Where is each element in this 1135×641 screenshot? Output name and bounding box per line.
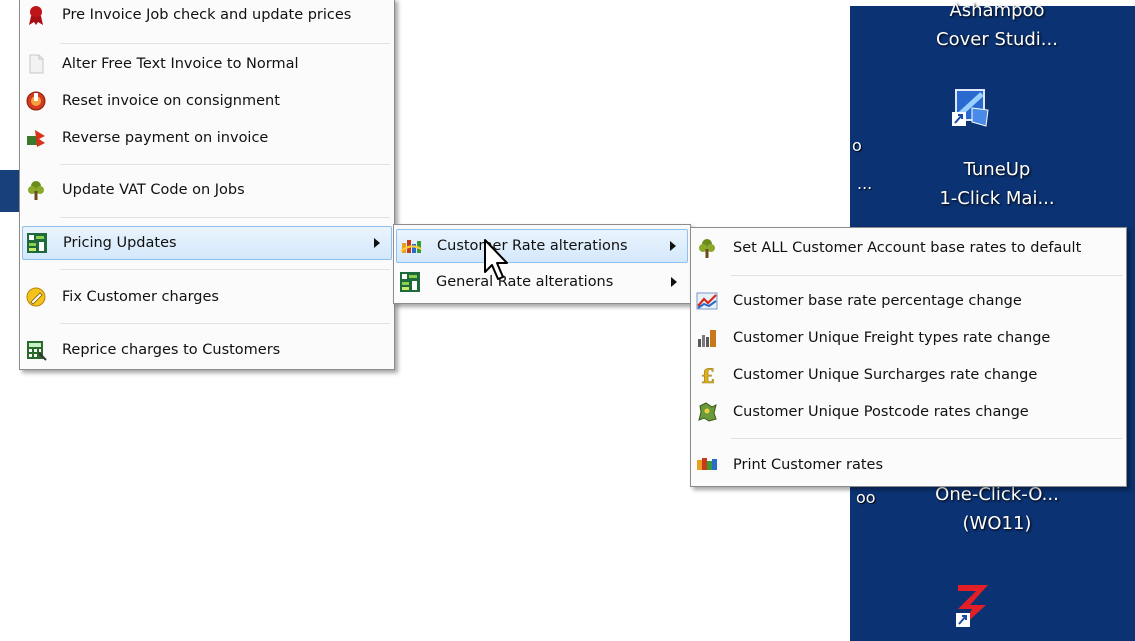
menu-separator [731, 438, 1122, 439]
tuneup-app-icon[interactable] [946, 82, 994, 130]
menu-item-label: Print Customer rates [733, 457, 884, 473]
pencil-icon [25, 286, 47, 308]
menu-item-print-customer-rates[interactable]: Print Customer rates [693, 449, 1124, 481]
menu-item-label: Customer Unique Postcode rates change [733, 404, 1029, 420]
menu-item-label: Customer base rate percentage change [733, 293, 1022, 309]
menu-item-label: Reprice charges to Customers [62, 342, 281, 358]
desktop-label-line: TuneUp [963, 159, 1031, 180]
main-context-menu: Pre Invoice Job check and update prices … [19, 0, 395, 370]
desktop-icon-label-tuneup[interactable]: TuneUp 1-Click Mai... [887, 155, 1107, 213]
desktop-partial-label: ... [857, 174, 873, 193]
menu-separator [60, 323, 390, 324]
app-background-band [0, 170, 20, 212]
menu-separator [60, 43, 390, 44]
menu-item-fix-customer-charges[interactable]: Fix Customer charges [22, 281, 392, 313]
pricing-icon [399, 271, 421, 293]
menu-item-label: Customer Unique Surcharges rate change [733, 367, 1038, 383]
desktop-label-line: 1-Click Mai... [939, 188, 1055, 209]
menu-item-label: Customer Unique Freight types rate chang… [733, 330, 1051, 346]
menu-item-pricing-updates[interactable]: Pricing Updates [22, 226, 392, 260]
reverse-payment-icon [25, 127, 47, 149]
menu-item-reprice-charges[interactable]: Reprice charges to Customers [22, 334, 392, 366]
submenu-arrow-icon [373, 238, 381, 248]
menu-item-freight-types-rate[interactable]: Customer Unique Freight types rate chang… [693, 322, 1124, 354]
menu-item-postcode-rates[interactable]: Customer Unique Postcode rates change [693, 396, 1124, 428]
document-icon [25, 53, 47, 75]
pricing-icon [26, 232, 48, 254]
tree-icon [696, 237, 718, 259]
menu-separator [60, 164, 390, 165]
menu-item-reset-invoice[interactable]: Reset invoice on consignment [22, 85, 392, 117]
menu-item-general-rate-alterations[interactable]: General Rate alterations [396, 266, 688, 298]
menu-item-label: General Rate alterations [436, 274, 614, 290]
desktop-icon-label-one-click[interactable]: One-Click-O... (WO11) [887, 480, 1107, 538]
menu-separator [731, 275, 1122, 276]
menu-item-alter-free-text-invoice[interactable]: Alter Free Text Invoice to Normal [22, 48, 392, 80]
menu-item-label: Alter Free Text Invoice to Normal [62, 56, 299, 72]
line-chart-icon [696, 290, 718, 312]
submenu-arrow-icon [669, 241, 677, 251]
customer-rate-submenu: Set ALL Customer Account base rates to d… [690, 227, 1127, 487]
pricing-updates-submenu: Customer Rate alterations General Rate a… [393, 224, 691, 304]
bar-chart-icon [696, 327, 718, 349]
mouse-cursor-icon [484, 239, 508, 280]
desktop-partial-label: o [852, 136, 862, 155]
rate-chart-icon [400, 235, 422, 257]
menu-separator [60, 269, 390, 270]
menu-item-label: Fix Customer charges [62, 289, 219, 305]
tree-icon [25, 179, 47, 201]
menu-item-label: Pricing Updates [63, 235, 177, 251]
desktop-label-line: Ashampoo [949, 0, 1045, 21]
menu-item-label: Customer Rate alterations [437, 238, 628, 254]
zip-app-icon[interactable] [952, 581, 1000, 629]
menu-item-label: Set ALL Customer Account base rates to d… [733, 240, 1082, 256]
calculator-icon [25, 339, 47, 361]
menu-item-pre-invoice-job-check[interactable]: Pre Invoice Job check and update prices [22, 0, 392, 31]
menu-item-set-all-base-rates[interactable]: Set ALL Customer Account base rates to d… [693, 232, 1124, 264]
menu-item-base-rate-percentage[interactable]: Customer base rate percentage change [693, 285, 1124, 317]
desktop-partial-label: oo [856, 488, 876, 507]
pound-icon [696, 364, 718, 386]
menu-item-customer-rate-alterations[interactable]: Customer Rate alterations [396, 229, 688, 263]
reset-icon [25, 90, 47, 112]
menu-item-label: Reverse payment on invoice [62, 130, 269, 146]
ribbon-icon [25, 4, 47, 26]
submenu-arrow-icon [670, 277, 678, 287]
desktop-icon-label-ashampoo[interactable]: Ashampoo Cover Studi... [887, 0, 1107, 54]
desktop-label-line: (WO11) [962, 513, 1032, 534]
menu-item-label: Update VAT Code on Jobs [62, 182, 245, 198]
menu-item-surcharges-rate[interactable]: Customer Unique Surcharges rate change [693, 359, 1124, 391]
menu-item-reverse-payment[interactable]: Reverse payment on invoice [22, 122, 392, 154]
desktop-label-line: Cover Studi... [936, 29, 1058, 50]
menu-item-label: Reset invoice on consignment [62, 93, 280, 109]
print-rates-icon [696, 454, 718, 476]
menu-item-label: Pre Invoice Job check and update prices [62, 7, 352, 23]
map-icon [696, 401, 718, 423]
menu-item-update-vat-code[interactable]: Update VAT Code on Jobs [22, 174, 392, 206]
menu-separator [60, 217, 390, 218]
